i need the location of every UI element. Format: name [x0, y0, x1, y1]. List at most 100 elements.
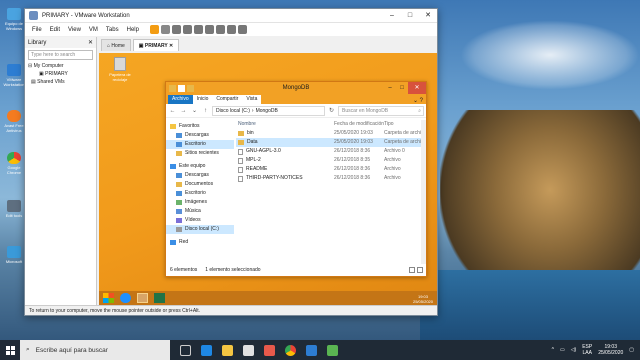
stretch-icon[interactable]	[237, 25, 247, 34]
taskbar-search-input[interactable]: ⌕ Escribe aquí para buscar	[20, 340, 170, 360]
nav-pc-disco-local[interactable]: Disco local (C:)	[166, 225, 234, 234]
notifications-icon[interactable]: ▢	[629, 347, 634, 353]
forward-icon[interactable]: →	[179, 108, 188, 114]
explorer-taskbar-icon[interactable]	[137, 293, 148, 303]
file-row[interactable]: bin 25/05/2020 19:03 Carpeta de archivos	[236, 129, 426, 138]
tree-shared-vms[interactable]: ▤ Shared VMs	[25, 78, 96, 86]
explorer-maximize-button[interactable]: □	[396, 82, 408, 94]
file-row[interactable]: GNU-AGPL-3.0 26/12/2018 8:36 Archivo 0	[236, 147, 426, 156]
menu-edit[interactable]: Edit	[47, 27, 63, 33]
file-row[interactable]: THIRD-PARTY-NOTICES 26/12/2018 8:36 Arch…	[236, 174, 426, 183]
close-button[interactable]: ✕	[419, 9, 437, 23]
address-crumb-folder[interactable]: MongoDB	[256, 107, 278, 115]
app-taskbar-icon[interactable]	[327, 344, 338, 356]
large-icons-view-icon[interactable]	[417, 267, 423, 273]
revert-snapshot-icon[interactable]	[182, 25, 192, 34]
network-tray-icon[interactable]: ▭	[560, 347, 565, 353]
column-name[interactable]: Nombre	[236, 120, 334, 129]
snapshot-icon[interactable]	[171, 25, 181, 34]
recycle-bin[interactable]: Papelera de reciclaje	[105, 57, 135, 82]
mail-icon[interactable]	[264, 344, 275, 356]
library-search-input[interactable]: Type here to search	[28, 50, 93, 60]
properties-icon[interactable]	[178, 84, 185, 92]
file-explorer-icon[interactable]	[222, 344, 233, 356]
guest-start-icon[interactable]	[103, 293, 114, 303]
tree-primary[interactable]: ▣ PRIMARY	[25, 70, 96, 78]
host-icon-microsoft[interactable]: Microsoft	[2, 246, 26, 264]
store-icon[interactable]	[243, 344, 254, 356]
guest-desktop[interactable]: Papelera de reciclaje MongoDB – □ ✕ Arch…	[99, 53, 437, 305]
input-language[interactable]: ESP LAA	[582, 344, 592, 356]
tab-home[interactable]: ⌂ Home	[101, 39, 131, 51]
recent-locations-icon[interactable]: ⌄	[190, 107, 199, 114]
up-icon[interactable]: ↑	[201, 108, 210, 114]
ie-icon[interactable]	[120, 293, 131, 303]
menu-tabs[interactable]: Tabs	[103, 27, 122, 33]
explorer-search-input[interactable]: Buscar en MongoDB ⌕	[338, 105, 424, 116]
explorer-scrollbar[interactable]	[421, 120, 426, 264]
volume-icon[interactable]: ◁)	[571, 347, 577, 353]
pause-icon[interactable]	[149, 25, 159, 34]
ribbon-tab-vista[interactable]: Vista	[242, 95, 262, 104]
console-view-icon[interactable]	[226, 25, 236, 34]
details-view-icon[interactable]	[409, 267, 415, 273]
file-row[interactable]: MPL-2 26/12/2018 8:35 Archivo	[236, 156, 426, 165]
explorer-titlebar[interactable]: MongoDB – □ ✕	[166, 82, 426, 94]
nav-pc-escritorio[interactable]: Escritorio	[166, 189, 234, 198]
address-crumb-drive[interactable]: Disco local (C:)	[216, 107, 250, 115]
back-icon[interactable]: ←	[168, 108, 177, 114]
nav-fav-descargas[interactable]: Descargas	[166, 131, 234, 140]
new-folder-icon[interactable]	[187, 84, 194, 92]
start-button[interactable]	[0, 340, 20, 360]
send-keys-icon[interactable]	[160, 25, 170, 34]
tab-primary[interactable]: ▣ PRIMARY ✕	[132, 39, 180, 51]
explorer-close-button[interactable]: ✕	[408, 82, 426, 94]
host-icon-chrome[interactable]: Google Chrome	[2, 152, 26, 175]
guest-clock[interactable]: 19:03 25/05/2020	[413, 294, 433, 304]
unity-icon[interactable]	[215, 25, 225, 34]
menu-help[interactable]: Help	[124, 27, 142, 33]
vmware-taskbar-icon[interactable]	[306, 344, 317, 356]
tree-my-computer[interactable]: ⊟ My Computer	[25, 62, 96, 70]
host-icon-tools[interactable]: Edit tools	[2, 200, 26, 218]
column-date[interactable]: Fecha de modificación	[334, 120, 384, 129]
nav-fav-escritorio[interactable]: Escritorio	[166, 140, 234, 149]
chrome-taskbar-icon[interactable]	[285, 344, 296, 356]
ribbon-tab-archivo[interactable]: Archivo	[168, 95, 193, 104]
menu-vm[interactable]: VM	[86, 27, 101, 33]
nav-pc-imagenes[interactable]: Imágenes	[166, 198, 234, 207]
task-view-icon[interactable]	[180, 344, 191, 356]
nav-this-pc[interactable]: Este equipo	[166, 162, 234, 171]
menu-file[interactable]: File	[29, 27, 45, 33]
edge-icon[interactable]	[201, 344, 212, 356]
expand-ribbon-icon[interactable]: ⌄ ?	[413, 97, 426, 104]
address-bar[interactable]: Disco local (C:) › MongoDB	[212, 105, 325, 116]
ribbon-tab-compartir[interactable]: Compartir	[212, 95, 243, 104]
refresh-icon[interactable]: ↻	[327, 107, 336, 114]
nav-pc-musica[interactable]: Música	[166, 207, 234, 216]
nav-pc-videos[interactable]: Vídeos	[166, 216, 234, 225]
column-type[interactable]: Tipo	[384, 120, 424, 129]
nav-fav-recientes[interactable]: Sitios recientes	[166, 149, 234, 158]
explorer-minimize-button[interactable]: –	[384, 82, 396, 94]
nav-network[interactable]: Red	[166, 238, 234, 247]
vmware-titlebar[interactable]: PRIMARY - VMware Workstation – □ ✕	[25, 9, 437, 23]
nav-pc-descargas[interactable]: Descargas	[166, 171, 234, 180]
close-library-icon[interactable]: ✕	[88, 39, 93, 46]
minimize-button[interactable]: –	[383, 9, 401, 23]
host-icon-vmware[interactable]: VMware Workstation	[2, 64, 26, 87]
file-row[interactable]: README 26/12/2018 8:36 Archivo	[236, 165, 426, 174]
menu-view[interactable]: View	[65, 27, 84, 33]
nav-favorites[interactable]: Favoritos	[166, 122, 234, 131]
nav-pc-documentos[interactable]: Documentos	[166, 180, 234, 189]
host-clock[interactable]: 19:03 25/05/2020	[598, 344, 623, 356]
host-icon-avast[interactable]: Avast Free Antivirus	[2, 110, 26, 133]
snapshot-manager-icon[interactable]	[193, 25, 203, 34]
full-screen-icon[interactable]	[204, 25, 214, 34]
tray-chevron-icon[interactable]: ^	[552, 347, 554, 353]
host-icon-this-pc[interactable]: Equipo de Windows	[2, 8, 26, 31]
excel-icon[interactable]	[154, 293, 165, 303]
ribbon-tab-inicio[interactable]: Inicio	[192, 95, 213, 104]
file-row-selected[interactable]: Data 25/05/2020 19:03 Carpeta de archivo…	[236, 138, 426, 147]
maximize-button[interactable]: □	[401, 9, 419, 23]
